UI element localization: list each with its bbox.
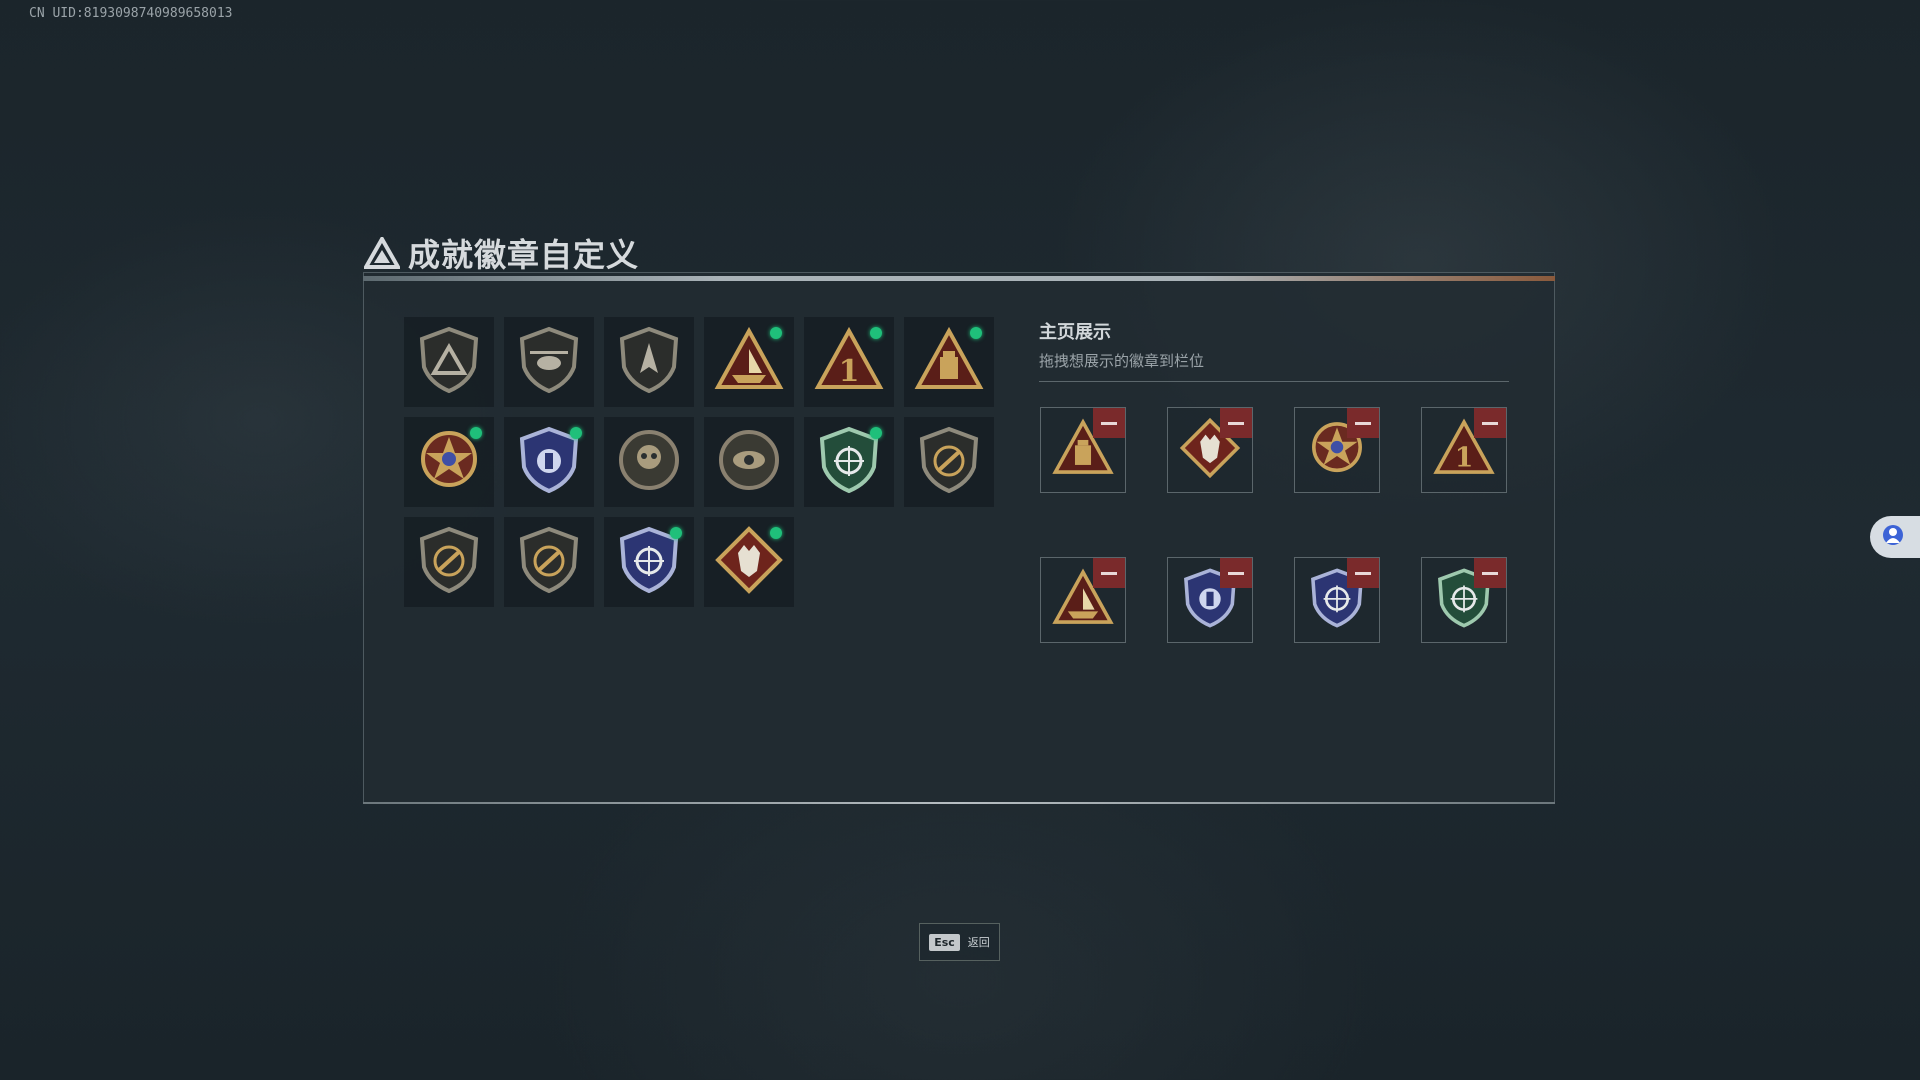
- showcase-slot[interactable]: [1040, 407, 1126, 493]
- remove-badge-button[interactable]: [1220, 408, 1252, 438]
- svg-text:1: 1: [1455, 443, 1474, 474]
- rifle-shield-badge-icon: [412, 523, 486, 601]
- panel-bottom-accent: [363, 802, 1555, 804]
- showcase-slot[interactable]: [1167, 407, 1253, 493]
- badge-cell[interactable]: [704, 517, 794, 607]
- remove-badge-button[interactable]: [1220, 558, 1252, 588]
- showcase-title: 主页展示: [1039, 322, 1111, 343]
- delta-logo-icon: [364, 237, 400, 269]
- new-indicator-dot: [870, 427, 882, 439]
- badge-cell[interactable]: [404, 517, 494, 607]
- remove-badge-button[interactable]: [1474, 408, 1506, 438]
- badge-cell[interactable]: [404, 317, 494, 407]
- new-indicator-dot: [970, 327, 982, 339]
- badge-cell[interactable]: [704, 417, 794, 507]
- back-button[interactable]: Esc 返回: [919, 923, 1000, 961]
- panel-top-accent: [363, 276, 1555, 281]
- new-indicator-dot: [470, 427, 482, 439]
- page-title: 成就徽章自定义: [408, 236, 640, 274]
- skull-gear-badge-icon: [612, 423, 686, 501]
- new-indicator-dot: [770, 327, 782, 339]
- showcase-divider: [1039, 381, 1509, 382]
- showcase-slot[interactable]: 1: [1421, 407, 1507, 493]
- new-indicator-dot: [870, 327, 882, 339]
- badge-cell[interactable]: [604, 517, 694, 607]
- showcase-slot[interactable]: [1040, 557, 1126, 643]
- badge-cell[interactable]: [604, 417, 694, 507]
- new-indicator-dot: [770, 527, 782, 539]
- badge-cell[interactable]: [804, 417, 894, 507]
- uid-label: CN UID:8193098740989658013: [29, 6, 233, 21]
- badge-cell[interactable]: [504, 517, 594, 607]
- helicopter-badge-icon: [512, 323, 586, 401]
- showcase-slots: 1: [1040, 407, 1507, 643]
- homepage-showcase: 主页展示 拖拽想展示的徽章到栏位: [1039, 318, 1509, 382]
- badge-cell[interactable]: [904, 417, 994, 507]
- badge-cell[interactable]: [604, 317, 694, 407]
- remove-badge-button[interactable]: [1474, 558, 1506, 588]
- assistant-avatar-icon: [1882, 524, 1904, 550]
- showcase-slot[interactable]: [1294, 407, 1380, 493]
- badge-grid: 1: [404, 317, 994, 607]
- remove-badge-button[interactable]: [1347, 558, 1379, 588]
- delta-shield-badge-icon: [412, 323, 486, 401]
- showcase-slot[interactable]: [1421, 557, 1507, 643]
- showcase-slot[interactable]: [1294, 557, 1380, 643]
- showcase-slot[interactable]: [1167, 557, 1253, 643]
- remove-badge-button[interactable]: [1347, 408, 1379, 438]
- badge-cell[interactable]: [904, 317, 994, 407]
- eye-sunburst-badge-icon: [712, 423, 786, 501]
- new-indicator-dot: [570, 427, 582, 439]
- new-indicator-dot: [670, 527, 682, 539]
- badge-cell[interactable]: 1: [804, 317, 894, 407]
- badge-cell[interactable]: [704, 317, 794, 407]
- esc-key-label: Esc: [929, 933, 960, 951]
- remove-badge-button[interactable]: [1093, 558, 1125, 588]
- page-header: 成就徽章自定义: [364, 230, 639, 276]
- remove-badge-button[interactable]: [1093, 408, 1125, 438]
- rifle-shield-badge-icon: [512, 523, 586, 601]
- jet-shield-badge-icon: [612, 323, 686, 401]
- rifle-shield-badge-icon: [912, 423, 986, 501]
- showcase-hint: 拖拽想展示的徽章到栏位: [1039, 352, 1205, 370]
- svg-text:1: 1: [839, 354, 860, 389]
- badge-cell[interactable]: [404, 417, 494, 507]
- badge-cell[interactable]: [504, 317, 594, 407]
- side-assistant-button[interactable]: [1870, 516, 1920, 558]
- back-label: 返回: [967, 936, 990, 949]
- badge-cell[interactable]: [504, 417, 594, 507]
